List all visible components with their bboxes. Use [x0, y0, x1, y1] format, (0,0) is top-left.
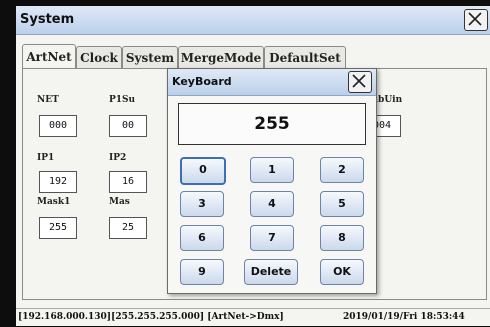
mask2-label: Mas: [109, 197, 130, 207]
tab-defaultset[interactable]: DefaultSet: [264, 46, 346, 69]
p1su-field[interactable]: 00: [109, 115, 147, 137]
close-icon: [352, 74, 366, 88]
keyboard-title: KeyBoard: [172, 75, 232, 88]
status-bar: [192.168.000.130][255.255.255.000] [ArtN…: [16, 308, 490, 327]
key-9[interactable]: 9: [180, 259, 224, 285]
clock-status: 2019/01/19/Fri 18:53:44: [343, 312, 465, 322]
close-icon: [468, 12, 482, 26]
ip2-field[interactable]: 16: [109, 171, 147, 193]
keyboard-display: 255: [178, 103, 366, 145]
ok-key[interactable]: OK: [320, 259, 364, 285]
delete-key[interactable]: Delete: [244, 259, 298, 285]
ip2-label: IP2: [109, 153, 127, 163]
window-title: System: [20, 12, 75, 27]
key-8[interactable]: 8: [320, 225, 364, 251]
mask2-field[interactable]: 25: [109, 217, 147, 239]
mask1-field[interactable]: 255: [39, 217, 77, 239]
key-3[interactable]: 3: [180, 191, 224, 217]
ip1-label: IP1: [37, 153, 55, 163]
key-6[interactable]: 6: [180, 225, 224, 251]
tab-clock[interactable]: Clock: [76, 46, 122, 69]
key-4[interactable]: 4: [250, 191, 294, 217]
window-titlebar: System: [16, 6, 490, 35]
key-7[interactable]: 7: [250, 225, 294, 251]
keyboard-dialog: KeyBoard 255 0 1 2 3 4 5 6 7 8 9 Delete …: [167, 68, 377, 294]
keyboard-titlebar: KeyBoard: [168, 69, 376, 96]
window-close-button[interactable]: [464, 9, 488, 31]
p1su-label: P1Su: [109, 95, 136, 105]
tab-artnet[interactable]: ArtNet: [22, 44, 76, 69]
device-screen: System ArtNet Clock System MergeMode Def…: [16, 6, 490, 326]
key-0[interactable]: 0: [180, 157, 226, 185]
mask1-label: Mask1: [37, 197, 71, 207]
keyboard-close-button[interactable]: [348, 71, 372, 93]
key-1[interactable]: 1: [250, 157, 294, 183]
key-5[interactable]: 5: [320, 191, 364, 217]
tab-mergemode[interactable]: MergeMode: [178, 46, 264, 69]
network-status: [192.168.000.130][255.255.255.000] [ArtN…: [18, 312, 284, 322]
ip1-field[interactable]: 192: [39, 171, 77, 193]
net-label: NET: [37, 95, 59, 105]
key-2[interactable]: 2: [320, 157, 364, 183]
tab-system[interactable]: System: [122, 46, 178, 69]
net-field[interactable]: 000: [39, 115, 77, 137]
